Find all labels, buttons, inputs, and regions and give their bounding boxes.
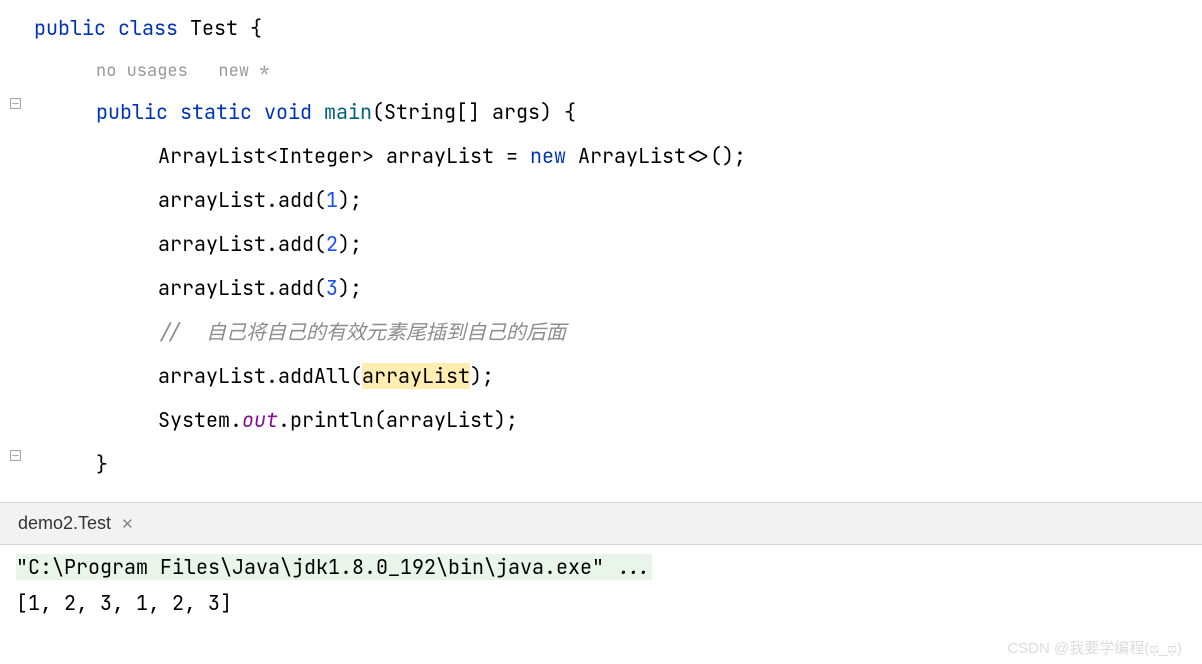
usages-hint[interactable]: no usages xyxy=(96,60,188,82)
keyword-static: static xyxy=(180,99,252,125)
brace-open: { xyxy=(250,15,262,41)
run-tab[interactable]: demo2.Test ✕ xyxy=(10,509,142,538)
number-literal: 1 xyxy=(326,187,338,213)
console-command-line: "C:\Program Files\Java\jdk1.8.0_192\bin\… xyxy=(16,549,1186,585)
code-text: .println(arrayList); xyxy=(278,407,518,433)
keyword-new: new xyxy=(530,143,566,169)
code-editor[interactable]: public class Test { no usages new * publ… xyxy=(0,0,1202,486)
number-literal: 2 xyxy=(326,231,338,257)
method-close-brace[interactable]: } xyxy=(34,442,1202,486)
code-text: ); xyxy=(338,231,362,257)
code-text: ArrayList<Integer> arrayList = xyxy=(158,143,530,169)
method-params: (String[] args) { xyxy=(372,99,576,125)
comment-slashes: // xyxy=(158,319,194,345)
code-text: arrayList.add( xyxy=(158,187,326,213)
keyword-void: void xyxy=(264,99,312,125)
run-tabs-bar: demo2.Test ✕ xyxy=(0,503,1202,545)
java-command-path: "C:\Program Files\Java\jdk1.8.0_192\bin\… xyxy=(16,554,604,580)
code-line-println[interactable]: System.out.println(arrayList); xyxy=(34,398,1202,442)
keyword-class: class xyxy=(118,15,178,41)
console-output[interactable]: "C:\Program Files\Java\jdk1.8.0_192\bin\… xyxy=(0,545,1202,625)
code-line-comment[interactable]: // 自己将自己的有效元素尾插到自己的后面 xyxy=(34,310,1202,354)
code-line-add1[interactable]: arrayList.add(1); xyxy=(34,178,1202,222)
close-icon[interactable]: ✕ xyxy=(121,515,134,533)
command-ellipsis[interactable]: ... xyxy=(604,554,652,580)
watermark-text: CSDN @我要学编程(ಥ_ಥ) xyxy=(1007,637,1182,658)
code-text: arrayList.add( xyxy=(158,275,326,301)
code-text: ArrayList<>(); xyxy=(566,143,746,169)
class-name: Test xyxy=(190,15,238,41)
code-line-arraylist-decl[interactable]: ArrayList<Integer> arrayList = new Array… xyxy=(34,134,1202,178)
editor-gutter xyxy=(0,0,28,486)
static-field-out: out xyxy=(242,407,278,433)
method-signature-line[interactable]: public static void main(String[] args) { xyxy=(34,90,1202,134)
keyword-public: public xyxy=(34,15,106,41)
method-name: main xyxy=(324,99,372,125)
highlighted-identifier: arrayList xyxy=(362,363,470,389)
console-output-line: [1, 2, 3, 1, 2, 3] xyxy=(16,585,1186,621)
vcs-hint[interactable]: new * xyxy=(218,60,269,82)
code-text: ); xyxy=(338,275,362,301)
code-text: ); xyxy=(470,363,494,389)
code-text: System. xyxy=(158,407,242,433)
fold-end-icon[interactable] xyxy=(10,450,21,465)
class-declaration-line[interactable]: public class Test { xyxy=(34,6,1202,50)
code-text: arrayList.addAll( xyxy=(158,363,362,389)
code-line-addall[interactable]: arrayList.addAll(arrayList); xyxy=(34,354,1202,398)
keyword-public: public xyxy=(96,99,168,125)
inlay-hints-line[interactable]: no usages new * xyxy=(34,50,1202,90)
run-tab-label: demo2.Test xyxy=(18,513,111,534)
code-block[interactable]: public class Test { no usages new * publ… xyxy=(0,6,1202,486)
brace-close: } xyxy=(96,451,108,477)
number-literal: 3 xyxy=(326,275,338,301)
code-text: ); xyxy=(338,187,362,213)
code-line-add2[interactable]: arrayList.add(2); xyxy=(34,222,1202,266)
code-text: arrayList.add( xyxy=(158,231,326,257)
code-line-add3[interactable]: arrayList.add(3); xyxy=(34,266,1202,310)
fold-collapse-icon[interactable] xyxy=(10,98,21,113)
comment-text: 自己将自己的有效元素尾插到自己的后面 xyxy=(194,319,566,345)
